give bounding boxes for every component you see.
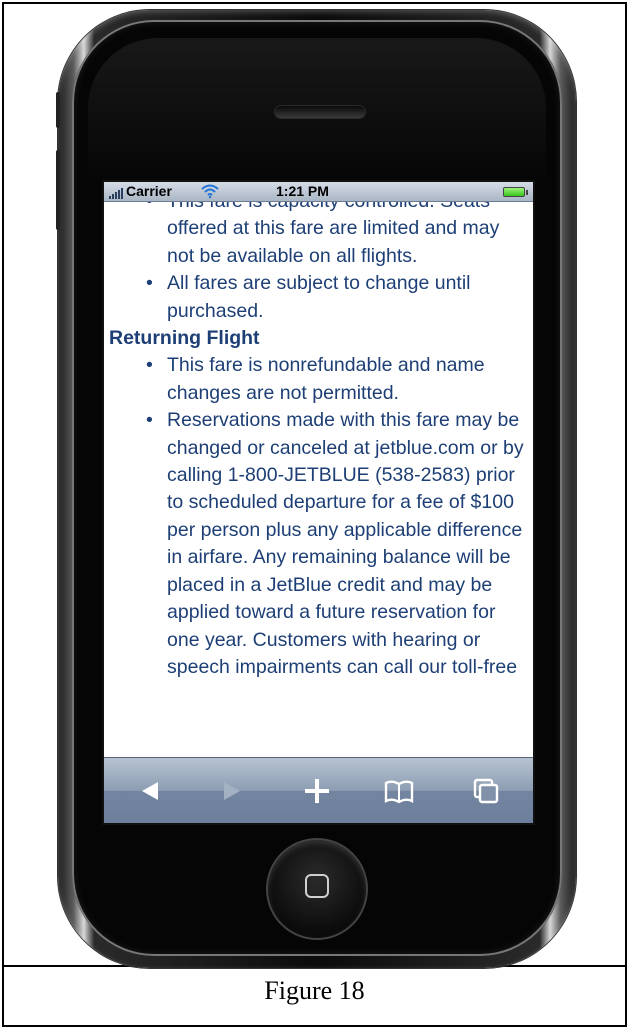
wifi-icon xyxy=(201,184,219,199)
bookmarks-book-icon[interactable] xyxy=(382,777,416,805)
forward-arrow-icon[interactable] xyxy=(214,777,248,805)
safari-toolbar xyxy=(104,757,533,823)
figure-caption: Figure 18 xyxy=(264,976,365,1005)
list-item: All fares are subject to change until pu… xyxy=(104,270,533,325)
list-item: Reservations made with this fare may be … xyxy=(104,407,533,681)
list-item: This fare is nonrefundable and name chan… xyxy=(104,352,533,407)
outbound-rules-list: This fare is capacity controlled. Seats … xyxy=(104,197,533,325)
carrier-name: Carrier xyxy=(126,183,172,199)
signal-bars-icon xyxy=(109,187,125,199)
volume-button xyxy=(56,150,60,230)
home-square-icon xyxy=(305,874,329,898)
back-arrow-icon[interactable] xyxy=(134,777,168,805)
list-item: This fare is capacity controlled. Seats … xyxy=(104,197,533,270)
status-bar: Carrier 1:21 PM xyxy=(104,182,533,202)
phone-screen: This fare is capacity controlled. Seats … xyxy=(104,182,533,823)
returning-rules-list: This fare is nonrefundable and name chan… xyxy=(104,352,533,681)
status-clock: 1:21 PM xyxy=(276,183,329,199)
silent-switch xyxy=(56,92,60,128)
earpiece-speaker xyxy=(275,106,365,118)
web-page-content[interactable]: This fare is capacity controlled. Seats … xyxy=(104,197,533,757)
pages-icon[interactable] xyxy=(468,777,502,805)
home-button[interactable] xyxy=(268,840,366,938)
battery-icon xyxy=(503,187,528,197)
plus-icon[interactable] xyxy=(300,777,334,805)
returning-flight-heading: Returning Flight xyxy=(109,327,260,350)
